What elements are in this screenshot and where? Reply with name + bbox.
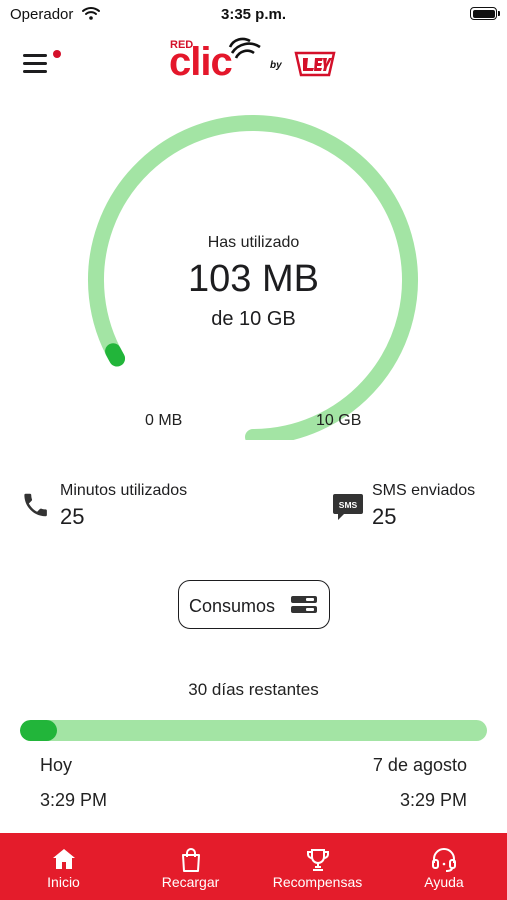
tab-recargar[interactable]: Recargar bbox=[127, 833, 254, 900]
days-remaining: 30 días restantes bbox=[188, 680, 319, 699]
minutes-value: 25 bbox=[60, 504, 85, 529]
home-icon bbox=[51, 847, 77, 876]
phone-icon bbox=[20, 490, 50, 525]
tab-ayuda[interactable]: Ayuda bbox=[381, 833, 507, 900]
battery-icon bbox=[470, 7, 500, 20]
logo-by-text: by bbox=[270, 60, 282, 71]
gauge-fill bbox=[105, 343, 126, 367]
period-end-time: 3:29 PM bbox=[399, 790, 467, 810]
minutes-title: Minutos utilizados bbox=[60, 482, 188, 499]
consumos-button[interactable]: Consumos bbox=[178, 580, 330, 629]
sms-icon-text: SMS bbox=[339, 500, 358, 510]
tab-recompensas[interactable]: Recompensas bbox=[254, 833, 381, 900]
status-time: 3:35 p.m. bbox=[220, 6, 287, 23]
data-total-value: de 10 GB bbox=[211, 308, 296, 330]
data-used-value: 103 MB bbox=[188, 258, 319, 300]
logo-clic-text: clic bbox=[169, 40, 233, 84]
data-usage-gauge: Has utilizado 103 MB de 10 GB 0 MB 10 GB bbox=[0, 110, 507, 440]
gauge-min-label: 0 MB bbox=[145, 412, 183, 429]
gauge-max-label: 10 GB bbox=[316, 412, 362, 429]
tab-recompensas-label: Recompensas bbox=[272, 874, 363, 890]
period-start-date: Hoy bbox=[40, 755, 73, 775]
data-used-title: Has utilizado bbox=[207, 234, 300, 251]
menu-button[interactable] bbox=[20, 44, 64, 78]
period-progress-fill bbox=[20, 720, 58, 741]
sms-title: SMS enviados bbox=[372, 482, 476, 499]
redclic-logo: RED clic by bbox=[169, 34, 340, 84]
tab-ayuda-label: Ayuda bbox=[424, 874, 464, 890]
period-progress-bar bbox=[20, 720, 487, 741]
app-header: RED clic by bbox=[0, 32, 507, 88]
tab-inicio-label: Inicio bbox=[47, 874, 80, 890]
ley-logo-icon bbox=[294, 50, 336, 83]
bottom-tab-bar: Inicio Recargar Recompensas Ayuda bbox=[0, 833, 507, 900]
period-start-time: 3:29 PM bbox=[40, 790, 108, 810]
tab-inicio[interactable]: Inicio bbox=[0, 833, 127, 900]
consumos-label: Consumos bbox=[189, 596, 276, 616]
signal-waves-icon bbox=[228, 37, 262, 66]
tab-recargar-label: Recargar bbox=[161, 874, 220, 890]
notification-dot bbox=[53, 50, 61, 58]
consumption-list-icon bbox=[291, 595, 317, 620]
sms-value: 25 bbox=[372, 504, 397, 529]
sms-icon: SMS bbox=[332, 492, 364, 527]
period-end-date: 7 de agosto bbox=[372, 755, 467, 775]
status-bar: Operador 3:35 p.m. bbox=[0, 0, 507, 28]
